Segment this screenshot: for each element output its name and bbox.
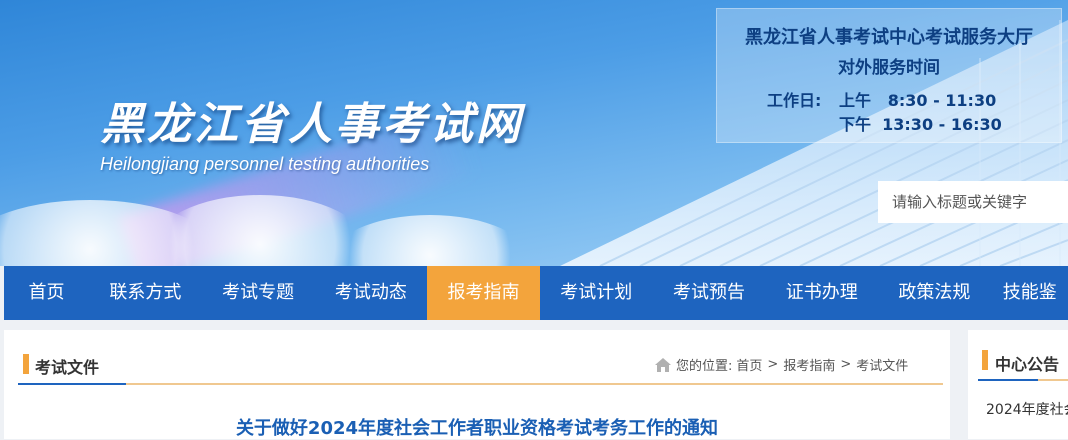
breadcrumb-registration-guide[interactable]: 报考指南 xyxy=(783,355,835,374)
section-divider xyxy=(18,383,943,385)
nav-item-exam-plan[interactable]: 考试计划 xyxy=(540,266,653,320)
nav-item-exam-news[interactable]: 考试动态 xyxy=(314,266,427,320)
main-nav: 首页 联系方式 考试专题 考试动态 报考指南 考试计划 考试预告 证书办理 政策… xyxy=(4,266,1068,320)
home-icon xyxy=(654,357,672,373)
nav-item-exam-preview[interactable]: 考试预告 xyxy=(653,266,766,320)
nav-item-policies[interactable]: 政策法规 xyxy=(878,266,991,320)
search-input[interactable] xyxy=(878,181,1068,223)
sidebar-section-title: 中心公告 xyxy=(995,355,1060,374)
site-title: 黑龙江省人事考试网 xyxy=(100,99,523,150)
section-accent-bar xyxy=(982,350,988,370)
afternoon-hours: 下午 13:30 - 16:30 xyxy=(839,115,1002,134)
section-divider-highlight xyxy=(18,383,126,385)
site-subtitle: Heilongjiang personnel testing authoriti… xyxy=(100,154,430,174)
service-hall-title: 黑龙江省人事考试中心考试服务大厅 xyxy=(745,27,1033,48)
service-hours-box: 黑龙江省人事考试中心考试服务大厅 对外服务时间 工作日: 上午 8:30 - 1… xyxy=(716,8,1062,143)
article-title: 关于做好2024年度社会工作者职业资格考试考务工作的通知 xyxy=(235,418,719,439)
morning-hours: 上午 8:30 - 11:30 xyxy=(839,91,997,110)
sidebar-announcements: 中心公告 2024年度社会 xyxy=(968,330,1068,439)
nav-item-home[interactable]: 首页 xyxy=(4,266,89,320)
announcement-item[interactable]: 2024年度社会 xyxy=(986,399,1068,419)
breadcrumb: 您的位置: 首页 > 报考指南 > 考试文件 xyxy=(654,355,912,374)
breadcrumb-exam-documents[interactable]: 考试文件 xyxy=(856,355,908,374)
nav-item-registration-guide[interactable]: 报考指南 xyxy=(427,266,540,320)
workday-label: 工作日: xyxy=(767,91,822,110)
service-hours-subtitle: 对外服务时间 xyxy=(838,58,940,78)
nav-item-skills[interactable]: 技能鉴 xyxy=(991,266,1068,320)
nav-item-contact[interactable]: 联系方式 xyxy=(89,266,202,320)
breadcrumb-separator: > xyxy=(767,357,779,372)
nav-item-certificates[interactable]: 证书办理 xyxy=(765,266,878,320)
main-content-panel: 考试文件 您的位置: 首页 > 报考指南 > 考试文件 关于做好2024年度社会… xyxy=(4,330,950,439)
sidebar-divider-highlight xyxy=(978,379,1038,381)
breadcrumb-separator: > xyxy=(840,357,852,372)
section-accent-bar xyxy=(23,354,29,374)
breadcrumb-home[interactable]: 首页 xyxy=(736,355,762,374)
breadcrumb-prefix: 您的位置: xyxy=(676,359,733,374)
header-banner: 黑龙江省人事考试网 Heilongjiang personnel testing… xyxy=(0,0,1068,266)
section-title: 考试文件 xyxy=(35,358,100,377)
nav-item-exam-topics[interactable]: 考试专题 xyxy=(202,266,315,320)
